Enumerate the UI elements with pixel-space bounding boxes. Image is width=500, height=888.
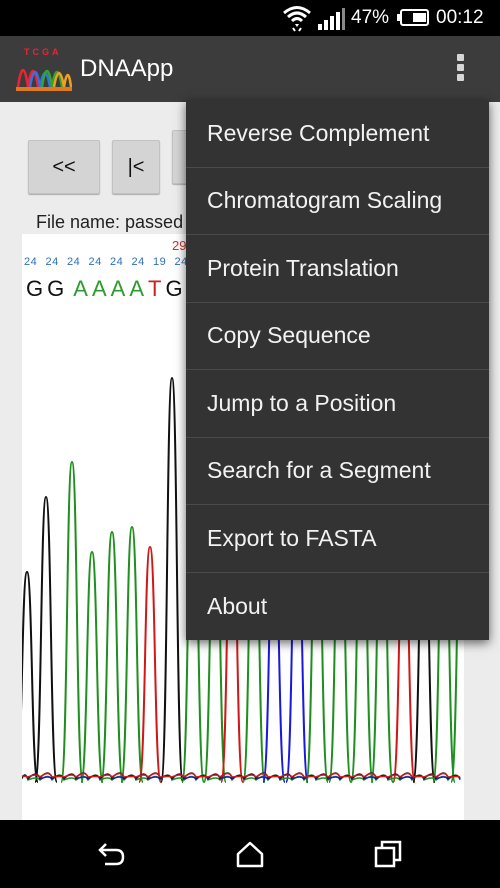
file-name-label: File name: passed <box>36 212 184 232</box>
trace-peak <box>34 495 58 783</box>
recents-icon[interactable] <box>372 838 404 870</box>
trace-peak <box>100 530 124 783</box>
status-bar: 47% 00:12 <box>0 0 500 36</box>
prev-button[interactable]: |< <box>112 140 160 194</box>
logo-letters: TCGA <box>24 47 62 57</box>
menu-item-chromatogram-scaling[interactable]: Chromatogram Scaling <box>186 168 489 235</box>
overflow-menu: Reverse Complement Chromatogram Scaling … <box>186 100 489 640</box>
trace-peak <box>60 460 84 783</box>
menu-item-export-fasta[interactable]: Export to FASTA <box>186 505 489 573</box>
menu-item-jump-to-position[interactable]: Jump to a Position <box>186 370 489 438</box>
wifi-icon <box>283 6 311 32</box>
first-button[interactable]: << <box>28 140 100 194</box>
app-title: DNAApp <box>80 55 174 82</box>
signal-icon <box>318 8 345 30</box>
trace-peak <box>80 550 104 783</box>
home-icon[interactable] <box>234 838 266 870</box>
clock: 00:12 <box>436 7 484 28</box>
trace-peak <box>160 376 184 783</box>
menu-item-protein-translation[interactable]: Protein Translation <box>186 235 489 303</box>
menu-item-copy-sequence[interactable]: Copy Sequence <box>186 303 489 370</box>
menu-item-about[interactable]: About <box>186 573 489 641</box>
menu-item-search-segment[interactable]: Search for a Segment <box>186 438 489 505</box>
battery-percent: 47% <box>351 7 390 28</box>
action-bar: TCGA DNAApp <box>0 36 500 102</box>
trace-peak <box>22 570 39 783</box>
trace-peak <box>138 545 162 783</box>
navigation-bar <box>0 820 500 888</box>
overflow-menu-icon[interactable] <box>452 52 468 86</box>
menu-item-reverse-complement[interactable]: Reverse Complement <box>186 100 489 168</box>
app-logo-icon: TCGA <box>16 47 72 91</box>
trace-peak <box>120 525 144 783</box>
battery-icon <box>397 9 429 26</box>
back-icon[interactable] <box>96 838 128 870</box>
